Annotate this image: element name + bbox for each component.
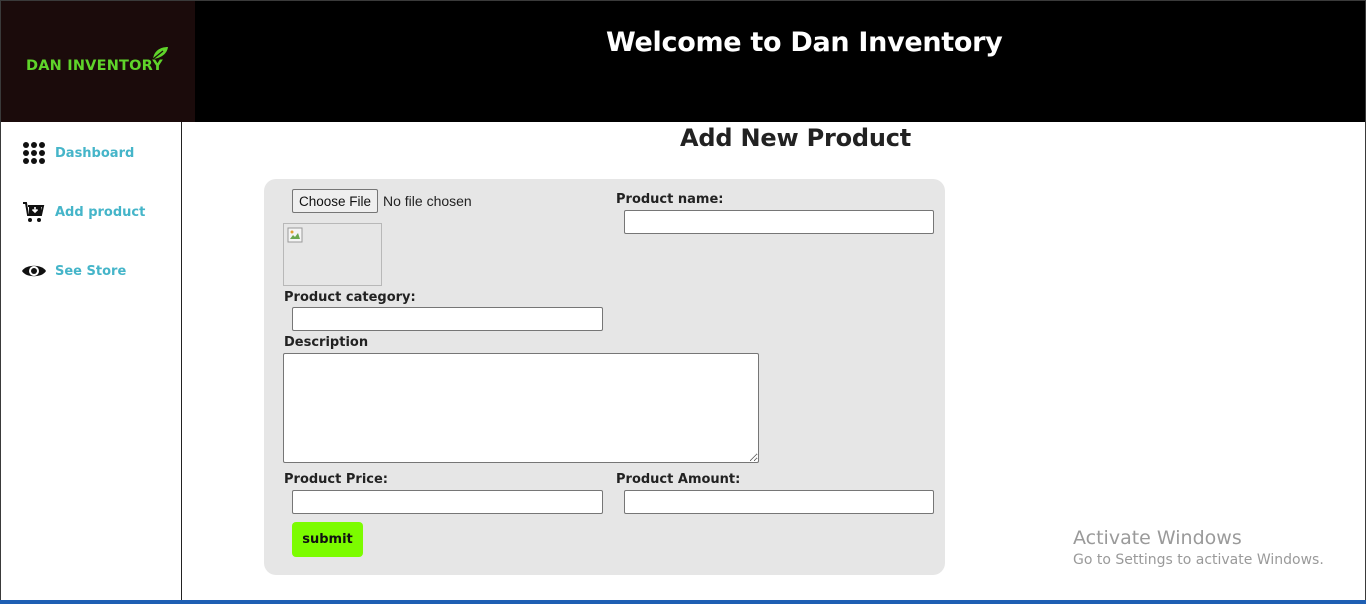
logo-text: DAN INVENTORY (26, 58, 163, 74)
description-textarea[interactable] (283, 353, 759, 463)
sidebar-item-see-store[interactable]: See Store (21, 258, 126, 284)
product-category-label: Product category: (284, 290, 416, 305)
submit-button[interactable]: submit (292, 522, 363, 557)
product-amount-input[interactable] (624, 490, 934, 514)
product-name-input[interactable] (624, 210, 934, 234)
sidebar-item-add-product[interactable]: Add product (21, 199, 145, 225)
taskbar-edge (0, 600, 1366, 604)
image-preview (283, 223, 382, 286)
sidebar-item-label: Add product (55, 204, 146, 220)
sidebar-item-label: Dashboard (55, 145, 135, 161)
sidebar: Dashboard Add product See Store (3, 122, 182, 602)
product-price-input[interactable] (292, 490, 603, 514)
product-category-input[interactable] (292, 307, 603, 331)
activate-windows-subtitle: Go to Settings to activate Windows. (1073, 552, 1324, 568)
product-price-label: Product Price: (284, 472, 388, 487)
sidebar-item-label: See Store (55, 263, 127, 279)
file-status-text: No file chosen (383, 193, 472, 209)
grid-icon (21, 140, 47, 166)
description-label: Description (284, 335, 369, 350)
header-title: Welcome to Dan Inventory (606, 27, 1003, 58)
sidebar-item-dashboard[interactable]: Dashboard (21, 140, 134, 166)
eye-icon (21, 258, 47, 284)
product-amount-label: Product Amount: (616, 472, 741, 487)
top-header: Welcome to Dan Inventory (1, 1, 1365, 122)
choose-file-button[interactable]: Choose File (292, 189, 378, 213)
page-title: Add New Product (680, 124, 912, 152)
brand-logo[interactable]: DAN INVENTORY (1, 1, 195, 122)
product-name-label: Product name: (616, 192, 724, 207)
activate-windows-title: Activate Windows (1073, 527, 1242, 549)
broken-image-icon (287, 227, 303, 243)
cart-add-icon (21, 199, 47, 225)
